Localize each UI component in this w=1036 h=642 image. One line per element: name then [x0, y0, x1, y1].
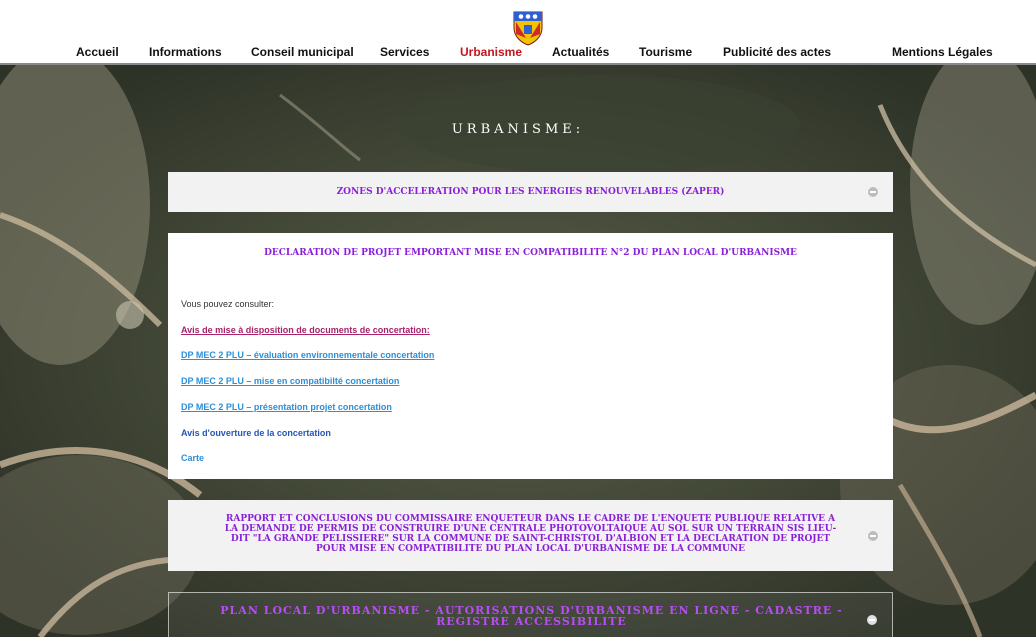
nav-item-services[interactable]: Services — [380, 45, 429, 59]
accordion-section-declaration-projet: DECLARATION DE PROJET EMPORTANT MISE EN … — [168, 233, 893, 479]
minus-circle-icon[interactable] — [868, 187, 878, 197]
section-title[interactable]: DECLARATION DE PROJET EMPORTANT MISE EN … — [168, 248, 893, 258]
link-presentation-projet[interactable]: DP MEC 2 PLU – présentation projet conce… — [181, 402, 392, 412]
nav-item-publicite-des-actes[interactable]: Publicité des actes — [723, 45, 831, 59]
link-evaluation-environnementale[interactable]: DP MEC 2 PLU – évaluation environnementa… — [181, 350, 434, 360]
nav-item-mentions-legales[interactable]: Mentions Légales — [892, 45, 993, 59]
nav-item-urbanisme[interactable]: Urbanisme — [460, 45, 522, 59]
accordion-section-rapport-commissaire[interactable]: RAPPORT ET CONCLUSIONS DU COMMISSAIRE EN… — [168, 500, 893, 571]
page-title: URBANISME: — [451, 122, 585, 137]
section-title[interactable]: RAPPORT ET CONCLUSIONS DU COMMISSAIRE EN… — [168, 514, 893, 554]
minus-circle-icon[interactable] — [868, 531, 878, 541]
link-mise-en-compatibilite[interactable]: DP MEC 2 PLU – mise en compatibilté conc… — [181, 376, 399, 386]
main-navigation: Accueil Informations Conseil municipal S… — [0, 45, 1036, 63]
nav-item-actualites[interactable]: Actualités — [552, 45, 609, 59]
municipal-crest-icon[interactable] — [512, 10, 544, 46]
link-carte[interactable]: Carte — [181, 453, 204, 463]
section-title[interactable]: PLAN LOCAL D'URBANISME - AUTORISATIONS D… — [169, 605, 894, 627]
link-avis-ouverture-concertation[interactable]: Avis d'ouverture de la concertation — [181, 428, 331, 438]
link-avis-mise-a-disposition[interactable]: Avis de mise à disposition de documents … — [181, 325, 430, 335]
nav-item-accueil[interactable]: Accueil — [76, 45, 119, 59]
section-title[interactable]: ZONES D'ACCELERATION POUR LES ENERGIES R… — [168, 187, 893, 197]
accordion-section-plan-local[interactable]: PLAN LOCAL D'URBANISME - AUTORISATIONS D… — [168, 592, 893, 642]
site-header: Accueil Informations Conseil municipal S… — [0, 0, 1036, 65]
nav-item-informations[interactable]: Informations — [149, 45, 222, 59]
nav-item-tourisme[interactable]: Tourisme — [639, 45, 692, 59]
minus-circle-icon[interactable] — [867, 615, 877, 625]
nav-item-conseil-municipal[interactable]: Conseil municipal — [251, 45, 354, 59]
accordion-section-zaper[interactable]: ZONES D'ACCELERATION POUR LES ENERGIES R… — [168, 172, 893, 212]
intro-text: Vous pouvez consulter: — [181, 299, 275, 309]
